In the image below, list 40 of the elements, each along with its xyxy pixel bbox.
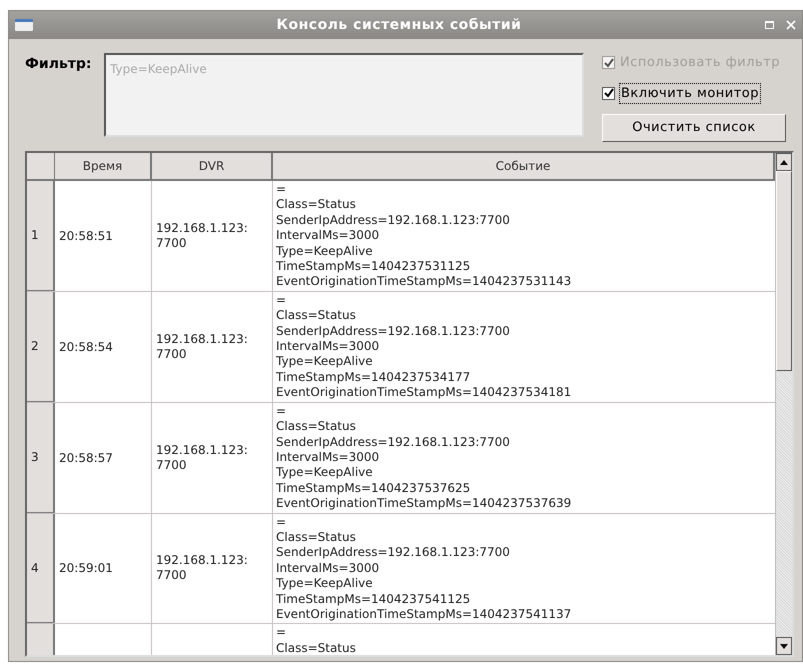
checkbox-label: Включить монитор: [619, 82, 762, 104]
row-number: 1: [31, 227, 39, 244]
event-cell-text: = Class=Status SenderIpAddress=192.168.1.123:7700 IntervalMs=3000 Type=KeepAlive TimeStampMs=1404237541125 EventOriginationTimeStampMs=1404237541137: [276, 514, 572, 622]
dvr-cell: 192.168.1.123: 7700: [156, 442, 248, 473]
close-icon[interactable]: [786, 20, 796, 30]
row-number: 4: [31, 560, 39, 577]
checkbox[interactable]: [602, 86, 615, 100]
filter-field[interactable]: Type=KeepAlive: [104, 53, 584, 137]
time-cell-text: 20:58:51: [59, 228, 113, 245]
scroll-up-icon[interactable]: [776, 153, 792, 171]
scroll-down-icon[interactable]: [776, 637, 792, 655]
clear-list-button[interactable]: Очистить список: [602, 114, 786, 142]
checkmark-icon: [604, 88, 614, 98]
event-cell-text: = Class=Status SenderIpAddress=192.168.1.123:7700 IntervalMs=3000 Type=KeepAlive TimeStampMs=1404237531125 EventOriginationTimeStampMs=1404237531143: [276, 182, 572, 290]
window-title: Консоль системных событий: [276, 16, 522, 34]
row-header[interactable]: [27, 624, 55, 655]
filter-label: Фильтр:: [25, 55, 93, 74]
column-header[interactable]: Время: [55, 153, 152, 181]
time-cell-text: 20:58:57: [59, 450, 113, 467]
event-cell-text: = Class=Status SenderIpAddress=192.168.1.123:7700 IntervalMs=3000 Type=KeepAlive TimeStampMs=1404237537625 EventOriginationTimeStampMs=1404237537639: [276, 404, 572, 512]
dvr-cell: 192.168.1.123: 7700: [156, 332, 248, 362]
row-header[interactable]: 1: [27, 181, 55, 291]
row-header[interactable]: 3: [27, 402, 55, 513]
row-header[interactable]: 4: [27, 514, 55, 624]
row-number: 3: [31, 449, 39, 466]
time-cell-text: 20:59:01: [59, 560, 113, 578]
dvr-cell: 192.168.1.123: 7700: [156, 553, 248, 584]
dvr-cell: 192.168.1.123: 7700: [156, 220, 248, 251]
row-number: 2: [31, 338, 39, 356]
scrollbar[interactable]: [775, 153, 792, 655]
row-header[interactable]: 2: [27, 292, 55, 402]
maximize-icon[interactable]: [765, 21, 774, 29]
column-header[interactable]: DVR: [152, 153, 273, 181]
time-cell-text: 20:58:54: [59, 338, 113, 356]
window-icon: [15, 19, 33, 31]
scroll-thumb[interactable]: [776, 171, 792, 371]
event-cell-text: = Class=Status SenderIpAddress=192.168.1.123:7700 IntervalMs=3000 Type=KeepAlive TimeStampMs=1404237534177 EventOriginationTimeStampMs=1404237534181: [276, 292, 572, 401]
checkmark-icon: [604, 58, 614, 68]
column-header[interactable]: Событие: [273, 153, 775, 181]
event-cell-text: = Class=Status: [276, 625, 357, 655]
